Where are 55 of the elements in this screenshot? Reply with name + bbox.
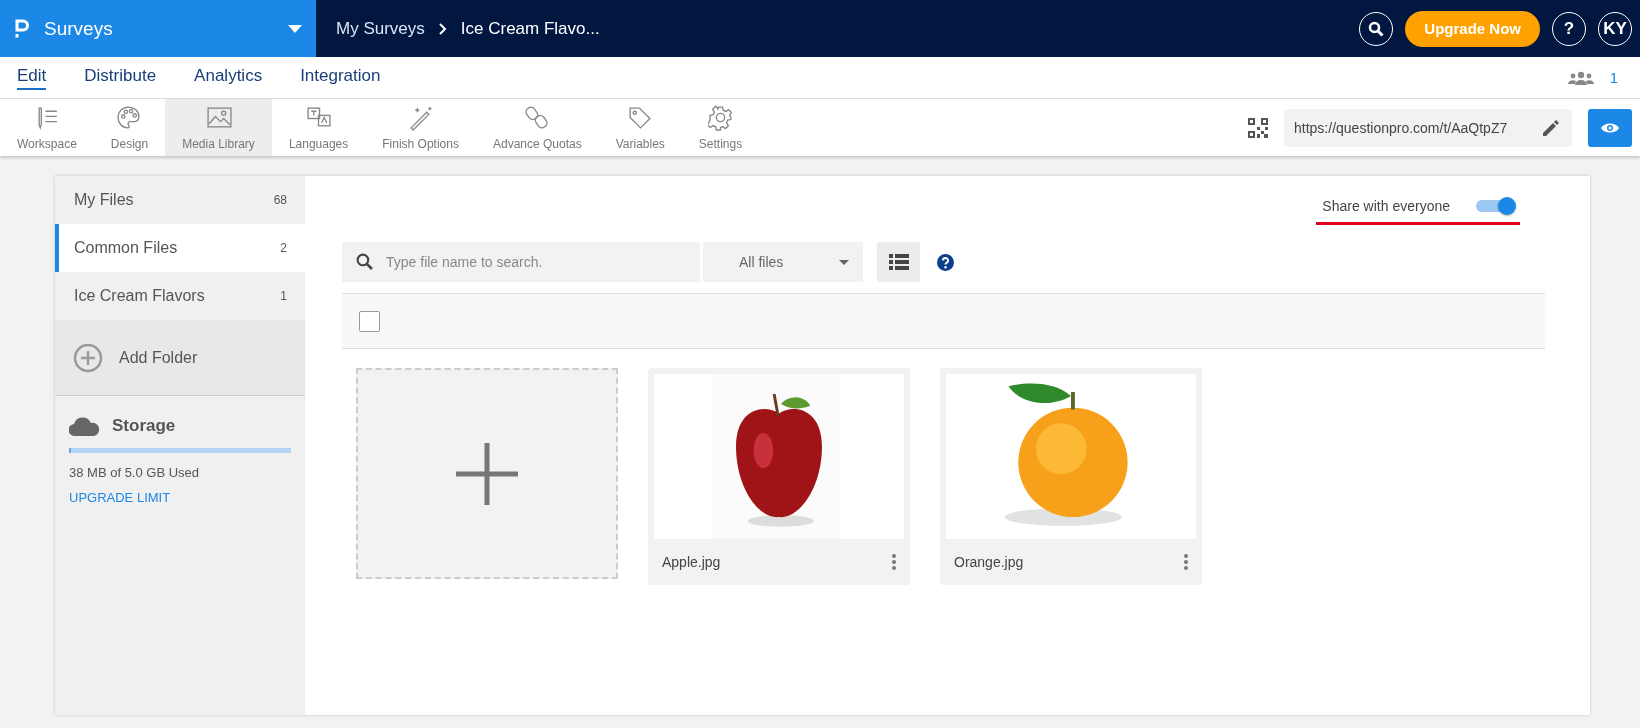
list-view-button[interactable] (877, 242, 920, 282)
qr-code-icon[interactable] (1248, 117, 1268, 138)
folder-item[interactable]: My Files 68 (55, 176, 305, 224)
chain-icon (524, 104, 551, 131)
folder-item[interactable]: Ice Cream Flavors 1 (55, 272, 305, 320)
pencil-icon[interactable] (1542, 118, 1560, 137)
file-card[interactable]: Apple.jpg (648, 368, 910, 585)
nav-tab[interactable]: Edit (17, 65, 47, 90)
search-icon (1368, 20, 1385, 37)
cloud-icon (69, 416, 100, 436)
file-type-dropdown[interactable]: All files (703, 242, 863, 282)
file-name: Apple.jpg (662, 554, 721, 570)
breadcrumb-item[interactable]: My Surveys (336, 18, 425, 39)
nav-tab[interactable]: Analytics (194, 65, 263, 90)
image-icon (205, 104, 232, 131)
survey-url-field[interactable]: https://questionpro.com/t/AaQtpZ7 (1284, 108, 1572, 147)
toolbar-tab[interactable]: Media Library (165, 99, 272, 156)
users-icon[interactable] (1567, 70, 1594, 85)
toolbar-tab[interactable]: Advance Quotas (475, 99, 599, 156)
preview-button[interactable] (1588, 108, 1632, 147)
eye-icon (1601, 121, 1619, 134)
toolbar-tab[interactable]: Settings (681, 99, 760, 156)
plus-icon (456, 442, 518, 505)
upgrade-limit-link[interactable]: UPGRADE LIMIT (69, 490, 171, 505)
add-folder-button[interactable]: Add Folder (55, 320, 305, 396)
nav-tab[interactable]: Integration (300, 65, 381, 90)
palette-icon (116, 104, 143, 131)
more-options-icon[interactable] (892, 554, 896, 570)
toolbar-tab[interactable]: Design (93, 99, 166, 156)
caret-icon[interactable] (288, 24, 302, 33)
more-options-icon[interactable] (1184, 554, 1188, 570)
toolbar-tab[interactable]: Finish Options (365, 99, 476, 156)
collaborator-count[interactable]: 1 (1609, 69, 1618, 86)
chevron-icon (438, 22, 447, 35)
logo-icon (14, 17, 30, 40)
list-icon (888, 254, 909, 270)
breadcrumb-item: Ice Cream Flavo... (460, 18, 600, 39)
file-name: Orange.jpg (954, 554, 1024, 570)
toolbar-tab[interactable]: Languages (271, 99, 366, 156)
share-toggle[interactable] (1474, 196, 1516, 216)
plus-circle-icon (73, 342, 103, 373)
toolbar-tab[interactable]: Workspace (0, 99, 94, 156)
folder-item[interactable]: Common Files 2 (55, 224, 305, 272)
toolbar-tab[interactable]: Variables (598, 99, 682, 156)
settings-icon (707, 104, 734, 131)
file-card[interactable]: Orange.jpg (940, 368, 1202, 585)
tag-icon (627, 104, 654, 131)
caret-icon (839, 259, 849, 265)
storage-usage: 38 MB of 5.0 GB Used (69, 465, 201, 480)
help-icon[interactable] (937, 253, 954, 271)
nav-tab[interactable]: Distribute (84, 65, 157, 90)
select-all-checkbox[interactable] (359, 310, 380, 332)
share-label: Share with everyone (1322, 198, 1450, 214)
search-field[interactable]: Type file name to search. (342, 242, 700, 282)
storage-title: Storage (112, 416, 176, 436)
